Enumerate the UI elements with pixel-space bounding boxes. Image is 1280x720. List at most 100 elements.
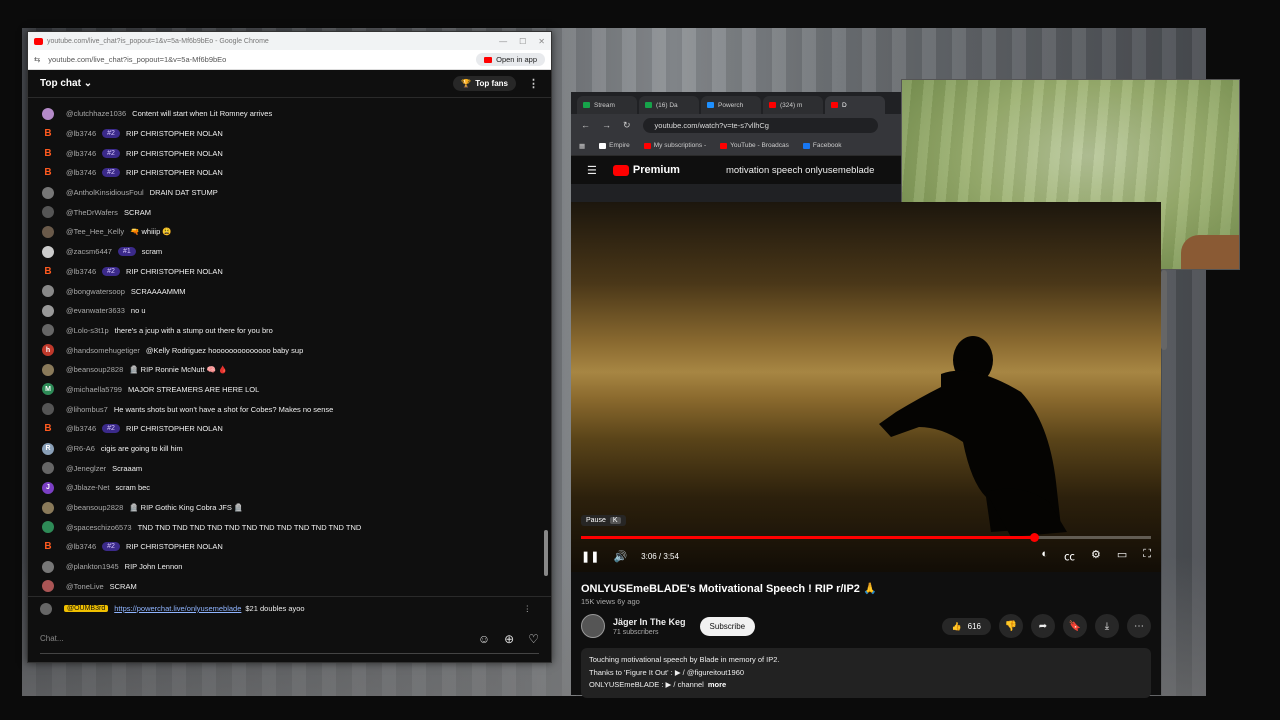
chat-author[interactable]: @Jeneglzer xyxy=(66,464,106,473)
avatar[interactable] xyxy=(42,560,54,573)
channel-avatar[interactable] xyxy=(581,614,605,638)
avatar[interactable] xyxy=(42,403,54,416)
chat-author[interactable]: @AntholKinsidiousFoul xyxy=(66,188,144,197)
avatar[interactable] xyxy=(42,363,54,376)
avatar[interactable] xyxy=(42,186,54,199)
video-description[interactable]: Touching motivational speech by Blade in… xyxy=(581,648,1151,698)
browser-tab[interactable]: Powerch xyxy=(701,96,761,114)
captions-icon[interactable]: ㏄ xyxy=(1064,548,1075,564)
browser-tab[interactable]: (16) Da xyxy=(639,96,699,114)
download-button[interactable]: ⤓ xyxy=(1095,614,1119,638)
pinned-more-icon[interactable]: ⋮ xyxy=(524,604,532,613)
chat-author[interactable]: @plankton1945 xyxy=(66,562,119,571)
bookmark-item[interactable]: YouTube - Broadcas xyxy=(720,142,789,149)
bookmark-item[interactable]: Facebook xyxy=(802,142,841,149)
browser-tab[interactable]: Stream xyxy=(577,96,637,114)
site-info-icon[interactable]: ⇆ xyxy=(34,55,40,64)
forward-icon[interactable]: → xyxy=(602,120,611,130)
top-fans-button[interactable]: 🏆 Top fans xyxy=(453,76,516,91)
avatar[interactable] xyxy=(42,107,54,120)
close-icon[interactable]: ✕ xyxy=(538,37,545,46)
avatar[interactable] xyxy=(42,304,54,317)
avatar[interactable] xyxy=(42,324,54,337)
search-input[interactable]: motivation speech onlyusemeblade xyxy=(726,165,874,176)
avatar[interactable] xyxy=(42,501,54,514)
menu-icon[interactable]: ☰ xyxy=(587,164,597,177)
pinned-link[interactable]: https://powerchat.live/onlyusemeblade xyxy=(114,604,241,613)
chat-author[interactable]: @lb3746 xyxy=(66,267,96,276)
dislike-button[interactable]: 👎 xyxy=(999,614,1023,638)
avatar[interactable]: B xyxy=(42,167,54,179)
save-button[interactable]: 🔖 xyxy=(1063,614,1087,638)
chat-author[interactable]: @handsomehugetiger xyxy=(66,346,140,355)
scrollbar-thumb[interactable] xyxy=(544,530,548,576)
video-player[interactable]: Pause K ❚❚ 🔊 3:06 / 3:54 ◐ ㏄ ⚙ ▭ ⛶ xyxy=(571,202,1161,572)
settings-icon[interactable]: ⚙ xyxy=(1091,548,1101,564)
chat-author[interactable]: @Lolo-s3t1p xyxy=(66,326,109,335)
chat-author[interactable]: @bongwatersoop xyxy=(66,287,125,296)
chat-author[interactable]: @evanwater3633 xyxy=(66,306,125,315)
more-actions-button[interactable]: ⋯ xyxy=(1127,614,1151,638)
chat-author[interactable]: @R6-A6 xyxy=(66,444,95,453)
avatar[interactable]: M xyxy=(42,383,54,396)
browser-tab[interactable]: D xyxy=(825,96,885,114)
chat-author[interactable]: @lb3746 xyxy=(66,149,96,158)
bookmark-item[interactable]: Empire xyxy=(599,142,630,149)
heart-icon[interactable]: ♡ xyxy=(528,632,539,646)
top-chat-dropdown[interactable]: Top chat ⌄ xyxy=(40,78,92,89)
chat-author[interactable]: @Jblaze-Net xyxy=(66,483,109,492)
share-button[interactable]: ➦ xyxy=(1031,614,1055,638)
avatar[interactable]: R xyxy=(42,442,54,455)
more-link[interactable]: more xyxy=(708,680,726,689)
apps-icon[interactable]: ▦ xyxy=(579,142,585,150)
avatar[interactable] xyxy=(42,580,54,593)
chat-url-bar[interactable]: ⇆ youtube.com/live_chat?is_popout=1&v=5a… xyxy=(28,50,551,70)
minimize-icon[interactable]: — xyxy=(499,37,507,46)
avatar[interactable]: B xyxy=(42,128,54,140)
avatar[interactable]: h xyxy=(42,344,54,357)
avatar[interactable] xyxy=(42,521,54,534)
avatar[interactable]: B xyxy=(42,265,54,277)
maximize-icon[interactable]: ☐ xyxy=(519,37,526,46)
avatar[interactable] xyxy=(42,245,54,258)
chat-author[interactable]: @lb3746 xyxy=(66,424,96,433)
back-icon[interactable]: ← xyxy=(581,120,590,130)
avatar[interactable] xyxy=(42,206,54,219)
fullscreen-icon[interactable]: ⛶ xyxy=(1143,548,1151,564)
chat-author[interactable]: @lb3746 xyxy=(66,129,96,138)
reload-icon[interactable]: ↻ xyxy=(623,120,631,131)
address-bar[interactable]: youtube.com/watch?v=te-s7vllhCg xyxy=(642,117,878,133)
chat-author[interactable]: @michaella5799 xyxy=(66,385,122,394)
chat-author[interactable]: @lb3746 xyxy=(66,168,96,177)
subscribe-button[interactable]: Subscribe xyxy=(699,616,756,636)
miniplayer-icon[interactable]: ▭ xyxy=(1117,548,1127,564)
autoplay-toggle-icon[interactable]: ◐ xyxy=(1041,548,1048,564)
emoji-icon[interactable]: ☺ xyxy=(478,632,490,646)
chat-author[interactable]: @Tee_Hee_Kelly xyxy=(66,227,124,236)
like-button[interactable]: 👍 616 xyxy=(941,617,991,635)
chat-author[interactable]: @beansoup2828 xyxy=(66,503,123,512)
chat-author[interactable]: @zacsm6447 xyxy=(66,247,112,256)
youtube-logo[interactable]: Premium xyxy=(612,164,680,176)
volume-icon[interactable]: 🔊 xyxy=(613,550,627,563)
channel-name-block[interactable]: Jäger In The Keg 71 subscribers xyxy=(613,617,686,636)
open-in-app-button[interactable]: Open in app xyxy=(476,53,545,66)
chat-author[interactable]: @lb3746 xyxy=(66,542,96,551)
avatar[interactable] xyxy=(42,285,54,298)
avatar[interactable]: J xyxy=(42,481,54,494)
page-scrollbar[interactable] xyxy=(1161,270,1167,350)
chat-author[interactable]: @spaceschizo6573 xyxy=(66,523,132,532)
add-icon[interactable]: ⊕ xyxy=(504,632,514,646)
avatar[interactable]: B xyxy=(42,423,54,435)
chat-scrollbar[interactable] xyxy=(544,106,548,586)
chat-author[interactable]: @ToneLive xyxy=(66,582,104,591)
chat-author[interactable]: @beansoup2828 xyxy=(66,365,123,374)
bookmark-item[interactable]: My subscriptions - xyxy=(643,142,706,149)
more-options-icon[interactable]: ⋮ xyxy=(528,77,539,90)
chat-author[interactable]: @lihombus7 xyxy=(66,405,108,414)
progress-bar[interactable] xyxy=(581,533,1151,542)
avatar[interactable]: B xyxy=(42,147,54,159)
avatar[interactable] xyxy=(42,462,54,475)
avatar[interactable]: B xyxy=(42,541,54,553)
chat-author[interactable]: @TheDrWafers xyxy=(66,208,118,217)
